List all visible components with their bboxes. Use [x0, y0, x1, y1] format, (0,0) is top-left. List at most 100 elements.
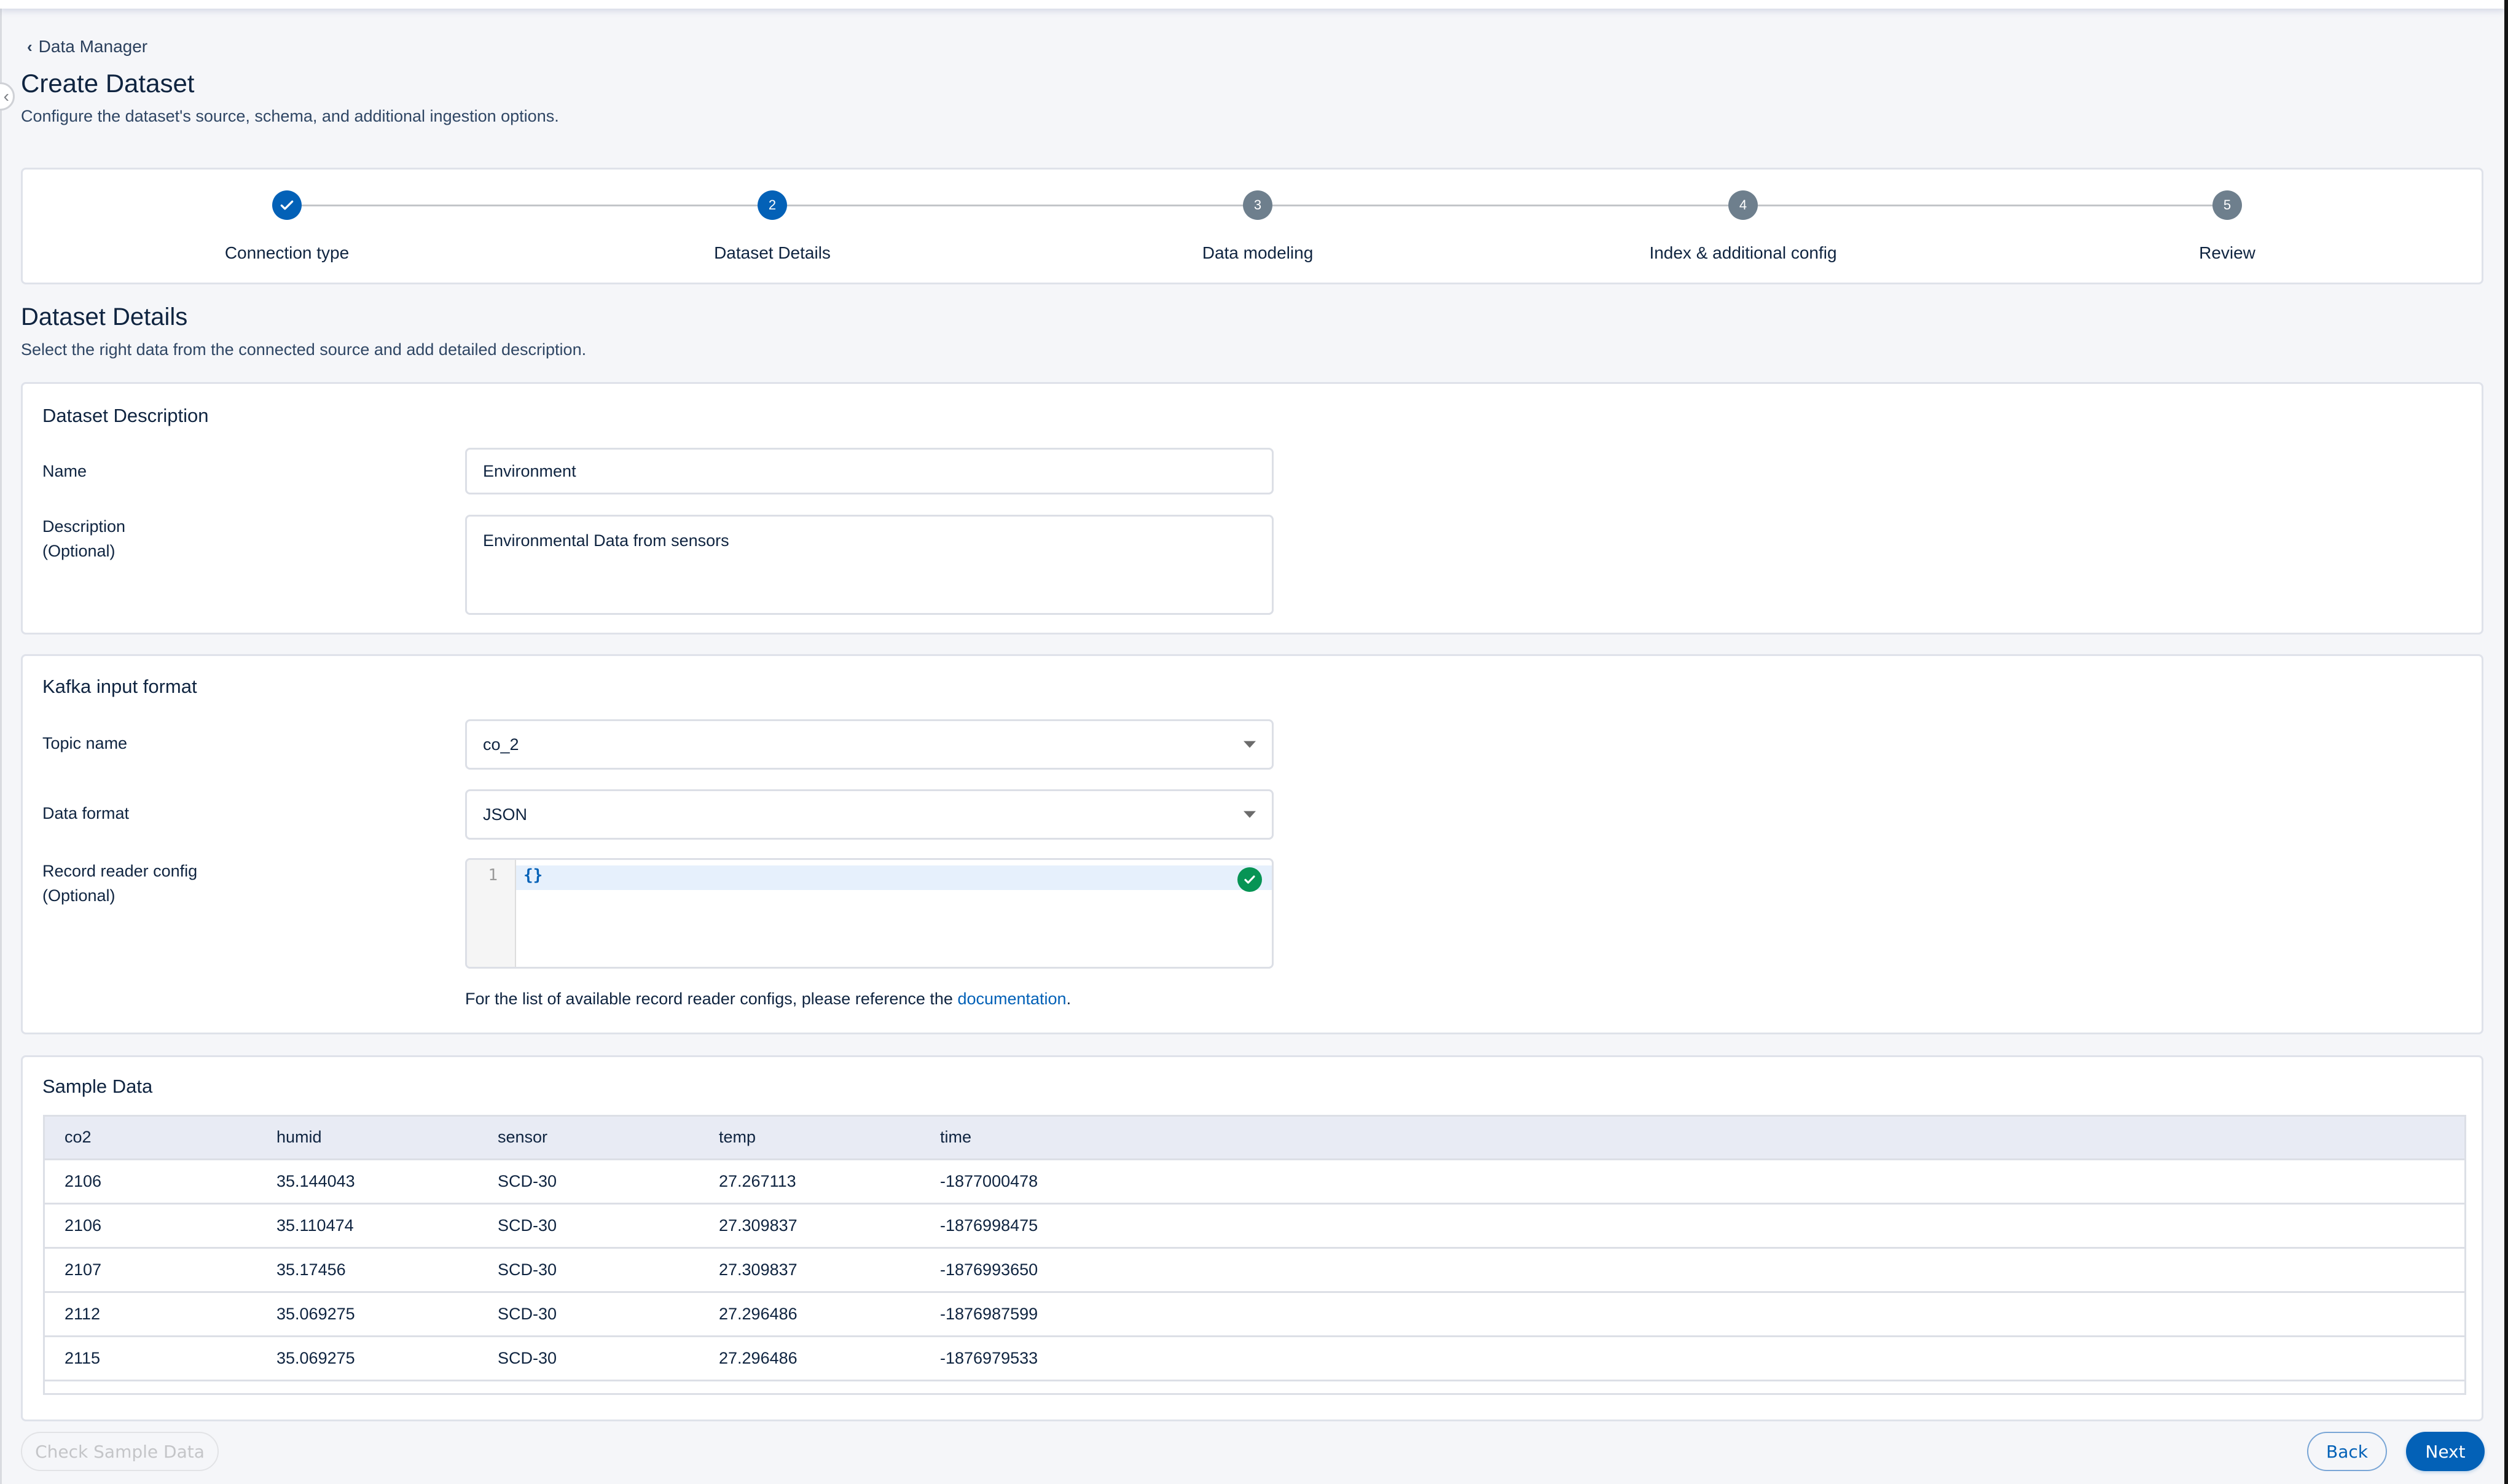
- table-cell: 2106: [45, 1159, 257, 1205]
- caret-down-icon: [1244, 741, 1256, 748]
- step-dataset-details[interactable]: 2 Dataset Details: [588, 170, 957, 283]
- section-subtitle: Select the right data from the connected…: [21, 340, 587, 359]
- breadcrumb-label: Data Manager: [38, 37, 148, 56]
- name-input[interactable]: Environment: [465, 448, 1274, 494]
- check-sample-data-button[interactable]: Check Sample Data: [21, 1432, 219, 1471]
- topic-name-value: co_2: [483, 735, 519, 754]
- table-row: 2112 35.069275 SCD-30 27.296486 -1876987…: [45, 1292, 2464, 1337]
- card-title: Kafka input format: [42, 676, 197, 697]
- record-reader-help-text: For the list of available record reader …: [465, 990, 1071, 1009]
- sample-data-card: Sample Data co2 humid sensor temp time 2…: [21, 1055, 2483, 1421]
- next-button[interactable]: Next: [2406, 1432, 2485, 1471]
- table-cell: -1876993650: [920, 1248, 2464, 1293]
- step-data-modeling[interactable]: 3 Data modeling: [1073, 170, 1442, 283]
- table-cell: 2107: [45, 1248, 257, 1293]
- back-button[interactable]: Back: [2307, 1432, 2387, 1471]
- column-header: temp: [699, 1117, 920, 1160]
- table-row: 2107 35.17456 SCD-30 27.309837 -18769936…: [45, 1248, 2464, 1293]
- sidebar-collapse-button[interactable]: ‹: [0, 82, 15, 111]
- data-format-select[interactable]: JSON: [465, 789, 1274, 840]
- column-header: sensor: [478, 1117, 699, 1160]
- table-header-row: co2 humid sensor temp time: [45, 1117, 2464, 1160]
- description-label-text: Description: [42, 517, 126, 536]
- step-number-circle: 3: [1243, 190, 1272, 220]
- column-header: humid: [257, 1117, 478, 1160]
- record-reader-config-label: Record reader config (Optional): [42, 859, 197, 908]
- check-icon: [280, 200, 294, 210]
- step-completed-circle: [272, 190, 302, 220]
- help-text-prefix: For the list of available record reader …: [465, 990, 958, 1008]
- table-cell: 2115: [45, 1336, 257, 1381]
- line-number: 1: [488, 866, 498, 885]
- table-cell: 27.267113: [699, 1159, 920, 1205]
- table-row: 2106 35.110474 SCD-30 27.309837 -1876998…: [45, 1203, 2464, 1249]
- page-title: Create Dataset: [21, 69, 195, 98]
- optional-label: (Optional): [42, 542, 116, 560]
- record-reader-config-editor[interactable]: 1 {}: [465, 858, 1274, 969]
- step-connector: [787, 205, 1247, 206]
- sidebar-edge: [0, 0, 2, 1484]
- table-cell: -1876979533: [920, 1336, 2464, 1381]
- description-textarea-value: Environmental Data from sensors: [483, 531, 729, 550]
- table-cell: 35.17456: [257, 1248, 478, 1293]
- table-cell: SCD-30: [478, 1203, 699, 1249]
- table-row: 2106 35.144043 SCD-30 27.267113 -1877000…: [45, 1159, 2464, 1205]
- step-index-config[interactable]: 4 Index & additional config: [1559, 170, 1927, 283]
- topic-name-label: Topic name: [42, 734, 128, 752]
- name-label: Name: [42, 462, 87, 480]
- documentation-link[interactable]: documentation: [957, 990, 1066, 1008]
- name-input-value: Environment: [483, 461, 576, 480]
- record-reader-config-label-text: Record reader config: [42, 862, 198, 880]
- table-cell: SCD-30: [478, 1159, 699, 1205]
- chevron-left-icon: ‹: [3, 87, 9, 106]
- chevron-left-icon: ‹: [27, 37, 33, 56]
- kafka-input-format-card: Kafka input format Topic name co_2 Data …: [21, 654, 2483, 1034]
- valid-check-icon: [1237, 867, 1262, 892]
- active-line-highlight: [516, 865, 1272, 890]
- step-number-circle: 4: [1728, 190, 1758, 220]
- column-header: co2: [45, 1117, 257, 1160]
- caret-down-icon: [1244, 811, 1256, 818]
- step-label: Review: [2199, 243, 2255, 262]
- table-cell: 27.309837: [699, 1203, 920, 1249]
- table-cell: -1876998475: [920, 1203, 2464, 1249]
- step-connector: [302, 205, 761, 206]
- card-title: Dataset Description: [42, 405, 209, 426]
- optional-label: (Optional): [42, 886, 116, 905]
- table-cell: 35.110474: [257, 1203, 478, 1249]
- top-bar: [0, 0, 2504, 9]
- table-cell: SCD-30: [478, 1292, 699, 1337]
- table-cell: 35.069275: [257, 1292, 478, 1337]
- help-text-suffix: .: [1066, 990, 1072, 1008]
- step-connector: [1758, 205, 2217, 206]
- table-cell: 2106: [45, 1203, 257, 1249]
- step-label: Dataset Details: [714, 243, 831, 262]
- step-label: Index & additional config: [1649, 243, 1837, 262]
- step-connection-type[interactable]: Connection type: [103, 170, 471, 283]
- sample-data-table[interactable]: co2 humid sensor temp time 2106 35.14404…: [43, 1115, 2466, 1395]
- step-connector: [1272, 205, 1732, 206]
- table-cell: SCD-30: [478, 1336, 699, 1381]
- table-cell: -1877000478: [920, 1159, 2464, 1205]
- card-title: Sample Data: [42, 1076, 153, 1097]
- step-review[interactable]: 5 Review: [2043, 170, 2412, 283]
- description-textarea[interactable]: Environmental Data from sensors: [465, 515, 1274, 615]
- table-row: 2115 35.069275 SCD-30 27.296486 -1876979…: [45, 1336, 2464, 1381]
- table-cell: 2112: [45, 1292, 257, 1337]
- topic-name-select[interactable]: co_2: [465, 719, 1274, 770]
- table-cell: 35.069275: [257, 1336, 478, 1381]
- breadcrumb-back-link[interactable]: ‹ Data Manager: [27, 37, 147, 57]
- table-cell: 27.309837: [699, 1248, 920, 1293]
- section-title: Dataset Details: [21, 303, 188, 330]
- editor-gutter: 1: [467, 860, 516, 967]
- column-header: time: [920, 1117, 2464, 1160]
- description-label: Description (Optional): [42, 514, 125, 563]
- step-number-circle: 2: [758, 190, 787, 220]
- editor-code[interactable]: {}: [523, 866, 543, 885]
- data-format-value: JSON: [483, 805, 528, 824]
- table-cell: 35.144043: [257, 1159, 478, 1205]
- table-cell: 27.296486: [699, 1336, 920, 1381]
- data-format-label: Data format: [42, 804, 130, 822]
- dataset-description-card: Dataset Description Name Environment Des…: [21, 382, 2483, 635]
- step-label: Connection type: [224, 243, 350, 262]
